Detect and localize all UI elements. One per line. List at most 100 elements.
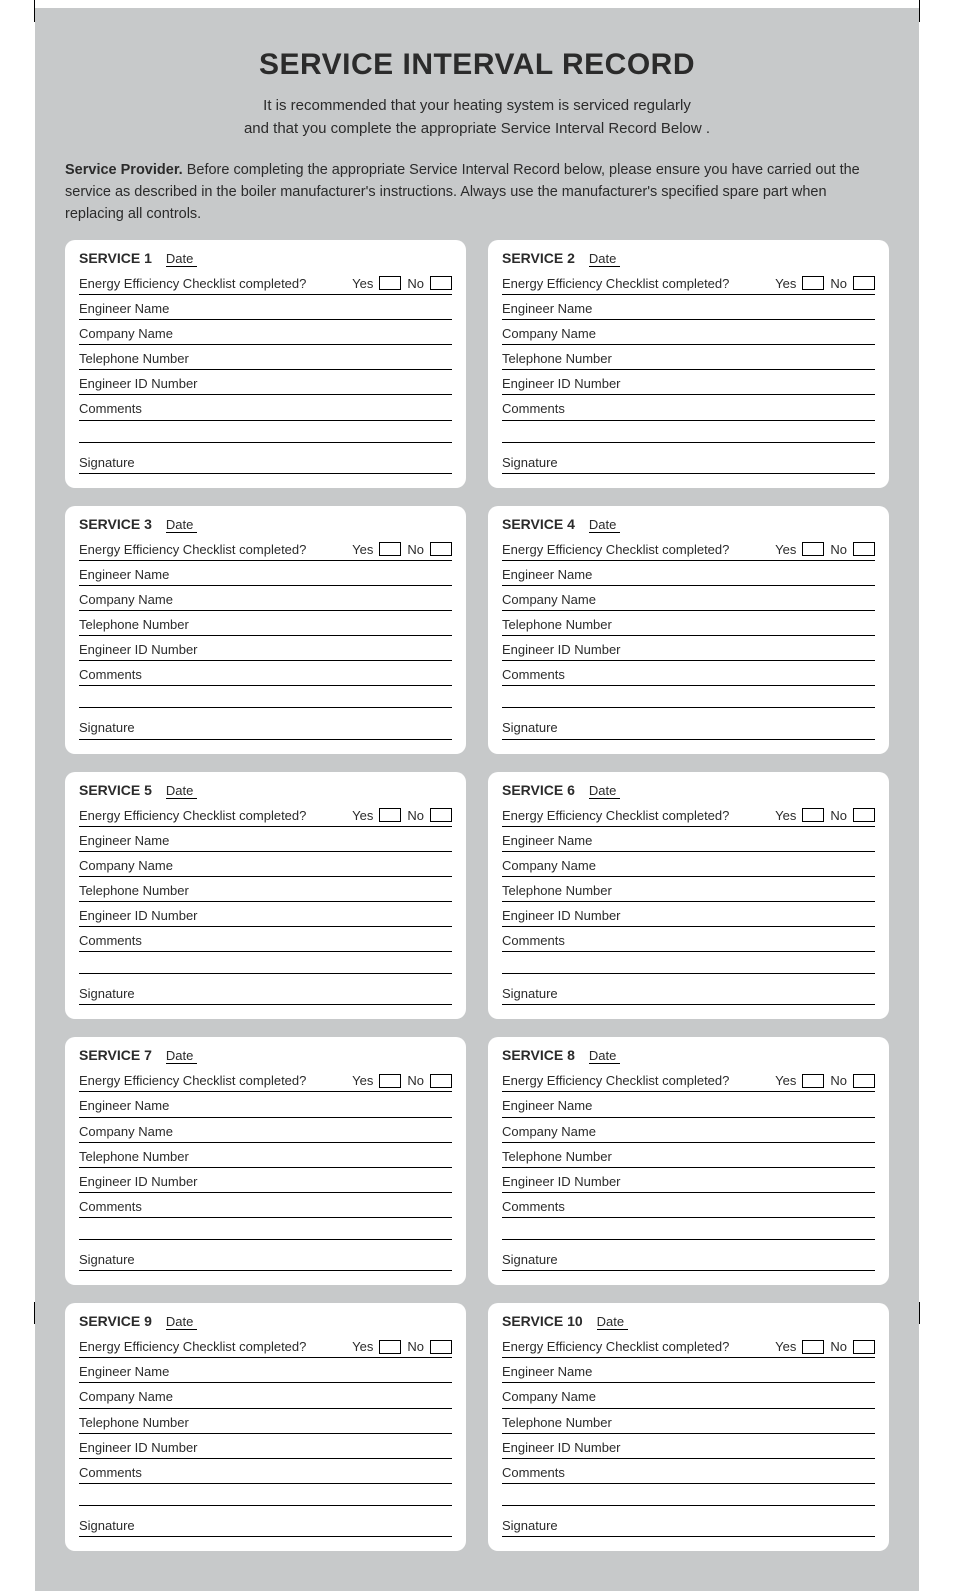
intro-line-1: It is recommended that your heating syst…	[65, 94, 889, 117]
checklist-question: Energy Efficiency Checklist completed?	[79, 276, 352, 291]
comments-label: Comments	[79, 399, 142, 419]
service-provider-note: Service Provider. Before completing the …	[65, 159, 889, 226]
telephone-label: Telephone Number	[79, 1147, 189, 1167]
no-checkbox[interactable]	[430, 1340, 452, 1354]
yes-checkbox[interactable]	[802, 808, 824, 822]
service-card: SERVICE 9 Date Energy Efficiency Checkli…	[65, 1303, 466, 1551]
engineer-id-label: Engineer ID Number	[502, 906, 621, 926]
service-heading: SERVICE 6	[502, 782, 575, 798]
date-label: Date	[166, 783, 197, 799]
yes-checkbox[interactable]	[379, 1340, 401, 1354]
yes-checkbox[interactable]	[379, 808, 401, 822]
signature-label: Signature	[502, 453, 558, 473]
comments-field-2[interactable]	[502, 956, 875, 974]
telephone-label: Telephone Number	[502, 1413, 612, 1433]
yes-label: Yes	[352, 1339, 373, 1354]
comments-field-2[interactable]	[79, 1488, 452, 1506]
yes-checkbox[interactable]	[379, 542, 401, 556]
engineer-id-label: Engineer ID Number	[79, 906, 198, 926]
comments-field-2[interactable]	[502, 425, 875, 443]
yes-label: Yes	[352, 542, 373, 557]
engineer-name-label: Engineer Name	[502, 299, 592, 319]
no-checkbox[interactable]	[853, 276, 875, 290]
telephone-label: Telephone Number	[79, 881, 189, 901]
yes-checkbox[interactable]	[379, 276, 401, 290]
checklist-question: Energy Efficiency Checklist completed?	[79, 542, 352, 557]
engineer-id-label: Engineer ID Number	[502, 1172, 621, 1192]
company-name-label: Company Name	[502, 856, 596, 876]
signature-label: Signature	[79, 453, 135, 473]
service-heading: SERVICE 10	[502, 1313, 583, 1329]
checklist-question: Energy Efficiency Checklist completed?	[79, 808, 352, 823]
yes-checkbox[interactable]	[802, 1074, 824, 1088]
no-label: No	[830, 542, 847, 557]
comments-label: Comments	[79, 1197, 142, 1217]
no-label: No	[407, 276, 424, 291]
no-checkbox[interactable]	[853, 1340, 875, 1354]
engineer-id-label: Engineer ID Number	[79, 1172, 198, 1192]
comments-field-2[interactable]	[79, 425, 452, 443]
yes-checkbox[interactable]	[379, 1074, 401, 1088]
service-heading: SERVICE 3	[79, 516, 152, 532]
no-checkbox[interactable]	[853, 542, 875, 556]
no-checkbox[interactable]	[430, 1074, 452, 1088]
comments-label: Comments	[502, 1463, 565, 1483]
date-label: Date	[589, 517, 620, 533]
no-label: No	[830, 808, 847, 823]
comments-field-2[interactable]	[502, 1222, 875, 1240]
no-checkbox[interactable]	[430, 542, 452, 556]
service-card: SERVICE 2 Date Energy Efficiency Checkli…	[488, 240, 889, 488]
comments-field-2[interactable]	[79, 956, 452, 974]
yes-label: Yes	[775, 542, 796, 557]
engineer-name-label: Engineer Name	[502, 1362, 592, 1382]
comments-label: Comments	[79, 1463, 142, 1483]
service-card: SERVICE 1 Date Energy Efficiency Checkli…	[65, 240, 466, 488]
company-name-label: Company Name	[502, 590, 596, 610]
yes-label: Yes	[352, 1073, 373, 1088]
company-name-label: Company Name	[502, 324, 596, 344]
service-heading: SERVICE 8	[502, 1047, 575, 1063]
signature-label: Signature	[502, 984, 558, 1004]
date-label: Date	[597, 1314, 628, 1330]
comments-field-2[interactable]	[79, 690, 452, 708]
engineer-name-label: Engineer Name	[79, 1096, 169, 1116]
service-card: SERVICE 6 Date Energy Efficiency Checkli…	[488, 772, 889, 1020]
engineer-name-label: Engineer Name	[79, 1362, 169, 1382]
service-heading: SERVICE 7	[79, 1047, 152, 1063]
telephone-label: Telephone Number	[502, 615, 612, 635]
no-label: No	[407, 542, 424, 557]
signature-label: Signature	[79, 1250, 135, 1270]
yes-checkbox[interactable]	[802, 542, 824, 556]
date-label: Date	[166, 517, 197, 533]
yes-checkbox[interactable]	[802, 276, 824, 290]
no-checkbox[interactable]	[430, 808, 452, 822]
service-provider-body: Before completing the appropriate Servic…	[65, 162, 860, 223]
company-name-label: Company Name	[79, 1122, 173, 1142]
company-name-label: Company Name	[79, 1387, 173, 1407]
date-label: Date	[589, 783, 620, 799]
signature-label: Signature	[502, 718, 558, 738]
checklist-question: Energy Efficiency Checklist completed?	[502, 808, 775, 823]
checklist-question: Energy Efficiency Checklist completed?	[502, 542, 775, 557]
comments-field-2[interactable]	[79, 1222, 452, 1240]
yes-checkbox[interactable]	[802, 1340, 824, 1354]
signature-label: Signature	[79, 718, 135, 738]
comments-field-2[interactable]	[502, 690, 875, 708]
comments-field-2[interactable]	[502, 1488, 875, 1506]
no-checkbox[interactable]	[853, 1074, 875, 1088]
no-checkbox[interactable]	[430, 276, 452, 290]
date-label: Date	[166, 251, 197, 267]
service-card: SERVICE 5 Date Energy Efficiency Checkli…	[65, 772, 466, 1020]
service-card: SERVICE 8 Date Energy Efficiency Checkli…	[488, 1037, 889, 1285]
service-heading: SERVICE 5	[79, 782, 152, 798]
service-card: SERVICE 10 Date Energy Efficiency Checkl…	[488, 1303, 889, 1551]
page: SERVICE INTERVAL RECORD It is recommende…	[35, 8, 919, 1591]
engineer-id-label: Engineer ID Number	[502, 640, 621, 660]
no-checkbox[interactable]	[853, 808, 875, 822]
date-label: Date	[166, 1314, 197, 1330]
engineer-name-label: Engineer Name	[502, 831, 592, 851]
service-heading: SERVICE 9	[79, 1313, 152, 1329]
no-label: No	[407, 1073, 424, 1088]
yes-label: Yes	[775, 808, 796, 823]
no-label: No	[407, 1339, 424, 1354]
